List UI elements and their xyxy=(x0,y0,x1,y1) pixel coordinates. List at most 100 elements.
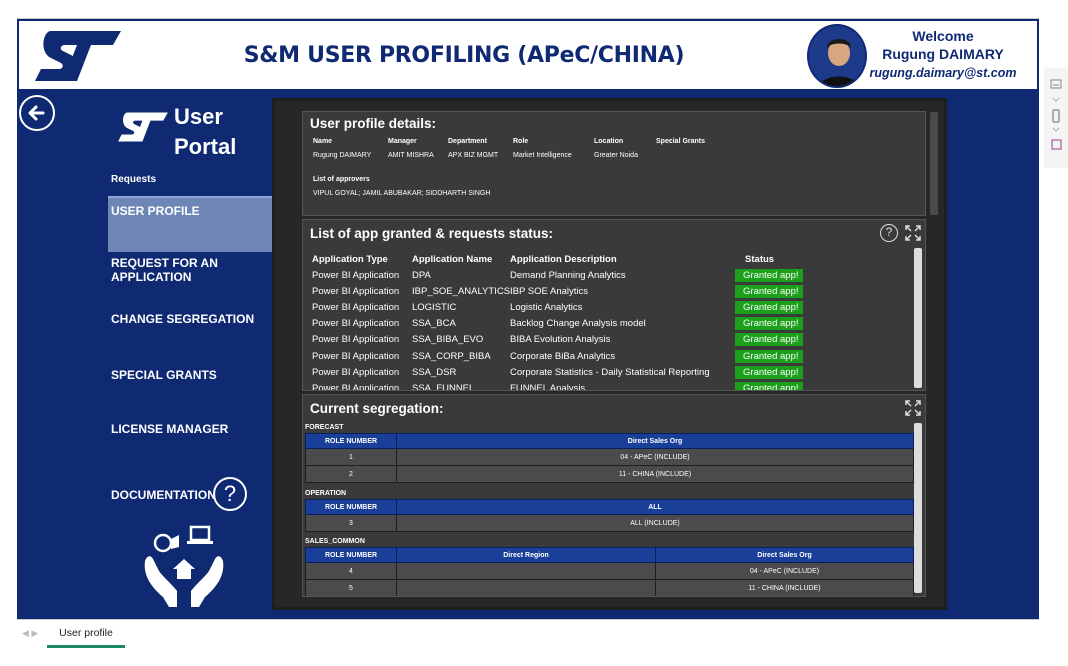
value-name: Rugung DAIMARY xyxy=(313,152,372,159)
cell-app-name: SSA_DSR xyxy=(412,366,457,378)
status-badge: Granted app! xyxy=(735,381,804,390)
arrow-left-icon xyxy=(28,105,45,121)
tab-user-profile[interactable]: User profile xyxy=(47,620,125,648)
status-badge: Granted app! xyxy=(735,333,804,347)
cell-app-type: Power BI Application xyxy=(312,350,400,362)
status-badge: Granted app! xyxy=(735,284,804,298)
operation-label: OPERATION xyxy=(305,490,347,497)
cell-app-description: Corporate BiBa Analytics xyxy=(510,350,616,362)
profile-section: User profile details: Name Manager Departm… xyxy=(302,111,938,216)
value-location: Greater Noida xyxy=(594,152,638,159)
nav-license-manager[interactable]: LICENSE MANAGER xyxy=(108,416,272,442)
table-row[interactable]: Power BI Application LOGISTIC Logistic Ana… xyxy=(312,299,907,315)
user-name: Rugung DAIMARY xyxy=(882,46,1004,62)
welcome-block: Welcome Rugung DAIMARY rugung.daimary@st… xyxy=(857,28,1029,80)
cell-app-description: Logistic Analytics xyxy=(510,301,583,313)
forecast-label: FORECAST xyxy=(305,424,344,431)
cell-role-number: 5 xyxy=(305,579,397,596)
table-row[interactable]: Power BI Application SSA_BIBA_EVO BIBA Evo… xyxy=(312,332,907,348)
portal-title-line2: Portal xyxy=(174,134,237,159)
cell-direct-sales-org: 11 - CHINA (INCLUDE) xyxy=(396,465,914,483)
header-manager: Manager xyxy=(388,138,417,145)
cell-app-description: Backlog Change Analysis model xyxy=(510,318,646,330)
value-role: Market Intelligence xyxy=(513,152,572,159)
forecast-table: ROLE NUMBER Direct Sales Org 1 04 - APeC … xyxy=(305,433,914,483)
nav-change-segregation[interactable]: CHANGE SEGREGATION xyxy=(108,306,272,332)
table-row[interactable]: Power BI Application IBP_SOE_ANALYTICS IBP… xyxy=(312,283,907,299)
cell-app-description: Corporate Statistics - Daily Statistical… xyxy=(510,366,710,378)
apps-title: List of app granted & requests status: xyxy=(310,226,554,241)
header-bar: S&M USER PROFILING (APeC/CHINA) Welcome … xyxy=(17,19,1039,92)
header-department: Department xyxy=(448,138,487,145)
col-direct-sales-org: Direct Sales Org xyxy=(396,433,914,449)
profile-values: Rugung DAIMARY AMIT MISHRA APX BIZ MGMT Mar… xyxy=(313,152,726,159)
cell-app-name: SSA_BCA xyxy=(412,318,456,330)
status-badge: Granted app! xyxy=(735,268,804,282)
phone-icon[interactable] xyxy=(1052,109,1060,123)
header-special-grants: Special Grants xyxy=(656,138,706,145)
expand-icon[interactable] xyxy=(905,225,921,241)
welcome-text: Welcome xyxy=(912,28,974,44)
cell-direct-sales-org: 04 - APeC (INCLUDE) xyxy=(655,562,914,580)
nav-special-grants[interactable]: SPECIAL GRANTS xyxy=(108,362,272,388)
cell-role-number: 4 xyxy=(305,562,397,580)
help-icon[interactable]: ? xyxy=(880,224,898,242)
approvers-label: List of approvers xyxy=(313,176,370,183)
right-toolbar xyxy=(1044,68,1068,168)
expand-icon[interactable] xyxy=(905,400,921,416)
col-role-number: ROLE NUMBER xyxy=(305,547,397,563)
back-button[interactable] xyxy=(19,95,55,131)
cell-role-number: 1 xyxy=(305,448,397,466)
table-row[interactable]: Power BI Application SSA_DSR Corporate Sta… xyxy=(312,364,907,380)
filter-icon[interactable] xyxy=(1050,79,1062,89)
table-row[interactable]: Power BI Application SSA_BCA Backlog Chang… xyxy=(312,316,907,332)
header-role: Role xyxy=(513,138,529,145)
cell-app-description: BIBA Evolution Analysis xyxy=(510,334,611,346)
page-tabs-bar: ◀ ▶ User profile xyxy=(17,619,1039,648)
requests-label: Requests xyxy=(111,174,157,185)
cell-direct-region xyxy=(396,579,656,596)
nav-documentation[interactable]: DOCUMENTATION xyxy=(108,482,272,508)
nav-user-profile[interactable]: USER PROFILE xyxy=(108,196,272,252)
table-row[interactable]: Power BI Application SSA_FUNNEL FUNNEL Ana… xyxy=(312,380,907,391)
cell-app-type: Power BI Application xyxy=(312,301,400,313)
value-manager: AMIT MISHRA xyxy=(388,152,434,159)
nav-request-application[interactable]: REQUEST FOR AN APPLICATION xyxy=(108,250,272,290)
sales-common-table: ROLE NUMBER Direct Region Direct Sales O… xyxy=(305,547,914,596)
table-row[interactable]: Power BI Application SSA_CORP_BIBA Corpora… xyxy=(312,348,907,364)
chevron-down-icon[interactable] xyxy=(1052,97,1060,102)
user-email: rugung.daimary@st.com xyxy=(869,66,1017,80)
cell-app-description: FUNNEL Analysis xyxy=(510,382,586,391)
segregation-section: Current segregation: FORECAST ROLE NUMBE… xyxy=(302,394,926,597)
profile-headers: Name Manager Department Role Location Special… xyxy=(313,138,726,145)
apps-scrollbar[interactable] xyxy=(914,248,922,388)
cell-app-name: LOGISTIC xyxy=(412,301,457,313)
table-row[interactable]: 3 ALL (INCLUDE) xyxy=(305,514,914,532)
table-row[interactable]: 4 04 - APeC (INCLUDE) xyxy=(305,562,914,580)
header-name: Name xyxy=(313,138,333,145)
col-direct-region: Direct Region xyxy=(396,547,656,563)
page-nav-arrows[interactable]: ◀ ▶ xyxy=(22,628,38,639)
col-role-number: ROLE NUMBER xyxy=(305,433,397,449)
cell-app-type: Power BI Application xyxy=(312,334,400,346)
cell-app-name: SSA_FUNNEL xyxy=(412,382,475,391)
cell-role-number: 2 xyxy=(305,465,397,483)
header-location: Location xyxy=(594,138,624,145)
col-direct-sales-org: Direct Sales Org xyxy=(655,547,914,563)
content-area: User profile details: Name Manager Departm… xyxy=(272,98,947,610)
status-badge: Granted app! xyxy=(735,317,804,331)
documentation-help-icon[interactable]: ? xyxy=(213,477,247,511)
approvers-value: VIPUL GOYAL; JAMIL ABUBAKAR; SIDDHARTH S… xyxy=(313,190,491,197)
chevron-down-icon[interactable] xyxy=(1052,127,1060,132)
table-row[interactable]: Power BI Application DPA Demand Planning A… xyxy=(312,267,907,283)
cell-app-name: IBP_SOE_ANALYTICS xyxy=(412,285,511,297)
segregation-scrollbar[interactable] xyxy=(914,423,922,593)
cell-app-type: Power BI Application xyxy=(312,269,400,281)
value-department: APX BIZ MGMT xyxy=(448,152,499,159)
cell-app-name: SSA_BIBA_EVO xyxy=(412,334,484,346)
table-row[interactable]: 2 11 - CHINA (INCLUDE) xyxy=(305,465,914,483)
status-badge: Granted app! xyxy=(735,349,804,363)
table-row[interactable]: 5 11 - CHINA (INCLUDE) xyxy=(305,579,914,596)
table-row[interactable]: 1 04 - APeC (INCLUDE) xyxy=(305,448,914,466)
calendar-icon[interactable] xyxy=(1051,139,1062,150)
